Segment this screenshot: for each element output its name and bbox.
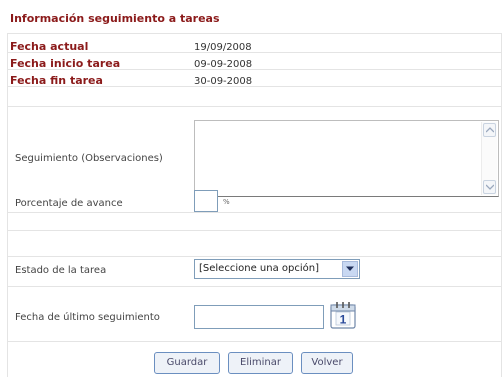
fecha-seguimiento-label: Fecha de último seguimiento bbox=[15, 312, 160, 323]
eliminar-button[interactable]: Eliminar bbox=[228, 352, 293, 374]
seguimiento-panel: Información seguimiento a tareas Fecha a… bbox=[2, 0, 502, 377]
row-divider bbox=[7, 106, 502, 107]
observaciones-scrollbar[interactable] bbox=[481, 122, 497, 195]
row-divider bbox=[7, 33, 502, 34]
percent-sign: % bbox=[223, 198, 230, 206]
estado-label: Estado de la tarea bbox=[15, 265, 107, 276]
row-divider bbox=[7, 341, 502, 342]
volver-button[interactable]: Volver bbox=[301, 352, 353, 374]
fecha-fin-value: 30-09-2008 bbox=[194, 76, 253, 87]
fecha-actual-label: Fecha actual bbox=[10, 40, 89, 53]
observaciones-label: Seguimiento (Observaciones) bbox=[15, 153, 163, 164]
row-divider bbox=[7, 212, 502, 213]
fecha-inicio-value: 09-09-2008 bbox=[194, 59, 253, 70]
observaciones-textarea[interactable] bbox=[194, 120, 499, 197]
estado-selected-value: [Seleccione una opción] bbox=[199, 263, 319, 274]
guardar-button[interactable]: Guardar bbox=[154, 352, 220, 374]
scroll-up-icon[interactable] bbox=[483, 123, 496, 137]
scroll-down-icon[interactable] bbox=[483, 180, 496, 194]
form-title: Información seguimiento a tareas bbox=[10, 12, 220, 25]
row-divider bbox=[7, 256, 502, 257]
fecha-fin-label: Fecha fin tarea bbox=[10, 74, 103, 87]
fecha-actual-value: 19/09/2008 bbox=[194, 42, 252, 53]
porcentaje-label: Porcentaje de avance bbox=[15, 198, 123, 209]
row-divider bbox=[7, 230, 502, 231]
fecha-seguimiento-input[interactable] bbox=[194, 305, 324, 329]
calendar-day-text: 1 bbox=[340, 313, 347, 327]
fecha-inicio-label: Fecha inicio tarea bbox=[10, 57, 121, 70]
porcentaje-input[interactable] bbox=[194, 190, 218, 212]
estado-select[interactable]: [Seleccione una opción] bbox=[194, 259, 360, 279]
dropdown-arrow-icon[interactable] bbox=[342, 261, 358, 277]
calendar-icon[interactable]: 1 bbox=[328, 300, 358, 330]
row-divider bbox=[7, 286, 502, 287]
